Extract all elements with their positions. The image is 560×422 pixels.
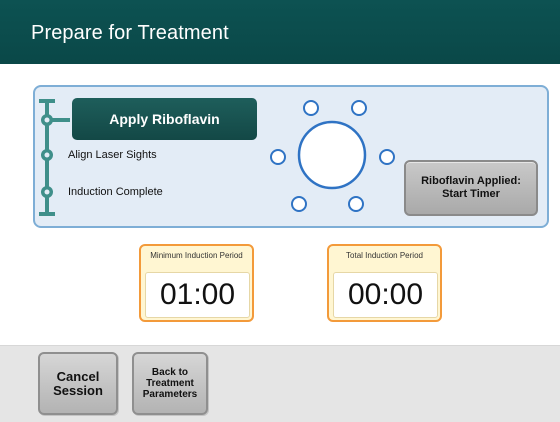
- back-label-line2: Treatment: [146, 378, 194, 389]
- cancel-session-button[interactable]: Cancel Session: [38, 352, 118, 415]
- step-apply-riboflavin[interactable]: Apply Riboflavin: [72, 98, 257, 140]
- step-progress-icon: [39, 99, 70, 216]
- minimum-induction-label: Minimum Induction Period: [150, 251, 243, 260]
- start-timer-label-line2: Start Timer: [442, 188, 500, 200]
- total-induction-value: 00:00: [333, 272, 438, 318]
- minimum-induction-value: 01:00: [145, 272, 250, 318]
- total-induction-label: Total Induction Period: [346, 251, 423, 260]
- minimum-induction-timer: Minimum Induction Period 01:00: [139, 244, 254, 322]
- total-induction-timer: Total Induction Period 00:00: [327, 244, 442, 322]
- eye-alignment-target-icon: [270, 100, 395, 212]
- step-align-laser-sights: Align Laser Sights: [68, 149, 157, 161]
- back-label-line1: Back to: [151, 367, 189, 378]
- cancel-label-line2: Session: [53, 382, 103, 398]
- back-label-line3: Parameters: [142, 389, 198, 400]
- step-induction-complete: Induction Complete: [68, 186, 163, 198]
- back-to-treatment-parameters-button[interactable]: Back to Treatment Parameters: [132, 352, 208, 415]
- start-timer-button[interactable]: Riboflavin Applied: Start Timer: [404, 160, 538, 216]
- page-title: Prepare for Treatment: [31, 22, 229, 44]
- cancel-label-line1: Cancel: [56, 368, 100, 384]
- start-timer-label-line1: Riboflavin Applied:: [421, 175, 521, 187]
- header-bar: Prepare for Treatment: [0, 0, 560, 64]
